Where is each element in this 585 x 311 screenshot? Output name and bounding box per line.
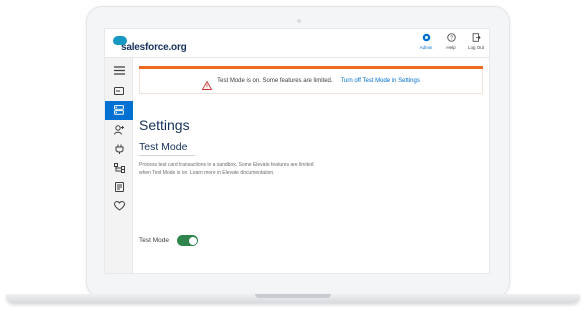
banner-message: Test Mode is on. Some features are limit… [217, 78, 333, 84]
add-user-icon [113, 122, 125, 140]
sidebar-item-menu[interactable] [105, 61, 133, 80]
laptop-mockup: salesforce.org Admin ? Help Log Out Test… [0, 0, 585, 311]
admin-label: Admin [419, 45, 433, 50]
test-mode-setting: Test Mode [139, 235, 198, 246]
logout-icon [472, 33, 481, 42]
test-mode-banner: Test Mode is on. Some features are limit… [139, 69, 483, 94]
main-content: Test Mode is on. Some features are limit… [133, 58, 489, 273]
section-title: Test Mode [139, 141, 195, 156]
laptop-notch [255, 294, 331, 298]
form-icon [114, 179, 124, 197]
laptop-camera [297, 19, 301, 23]
menu-icon [113, 62, 125, 80]
header-actions: Admin ? Help Log Out [417, 33, 485, 50]
help-label: Help [446, 45, 456, 50]
plug-icon [115, 141, 124, 159]
heart-icon [113, 198, 125, 216]
sidebar-item-users[interactable] [105, 121, 133, 140]
app-header: salesforce.org Admin ? Help Log Out [105, 29, 489, 58]
settings-list-icon [114, 102, 124, 120]
sidebar-item-forms[interactable] [105, 178, 133, 197]
sidebar-item-hierarchy[interactable] [105, 159, 133, 178]
admin-button[interactable]: Admin [417, 33, 435, 50]
salesforce-logo[interactable]: salesforce.org [113, 35, 187, 53]
toggle-knob [188, 236, 197, 245]
sidebar-nav [105, 58, 133, 273]
hierarchy-icon [113, 160, 125, 178]
turn-off-test-mode-link[interactable]: Turn off Test Mode in Settings [341, 78, 420, 84]
help-icon: ? [446, 33, 456, 42]
sidebar-item-donations[interactable] [105, 197, 133, 216]
logout-label: Log Out [467, 45, 484, 50]
svg-text:?: ? [450, 35, 453, 41]
page-title: Settings [139, 117, 190, 133]
test-mode-toggle[interactable] [177, 235, 198, 246]
logo-text: salesforce.org [121, 42, 187, 53]
warning-icon [201, 77, 213, 90]
sidebar-item-integrations[interactable] [105, 140, 133, 159]
app-screen: salesforce.org Admin ? Help Log Out Test… [104, 28, 490, 274]
gear-icon [422, 33, 431, 42]
sidebar-item-cards[interactable] [105, 81, 133, 100]
sidebar-item-settings[interactable] [105, 101, 133, 120]
cloud-logo-icon [113, 36, 127, 45]
logout-button[interactable]: Log Out [467, 33, 485, 50]
help-button[interactable]: ? Help [442, 33, 460, 50]
toggle-label: Test Mode [139, 237, 169, 244]
card-icon [114, 82, 124, 100]
test-mode-description: Process test card transactions in a sand… [139, 162, 314, 176]
